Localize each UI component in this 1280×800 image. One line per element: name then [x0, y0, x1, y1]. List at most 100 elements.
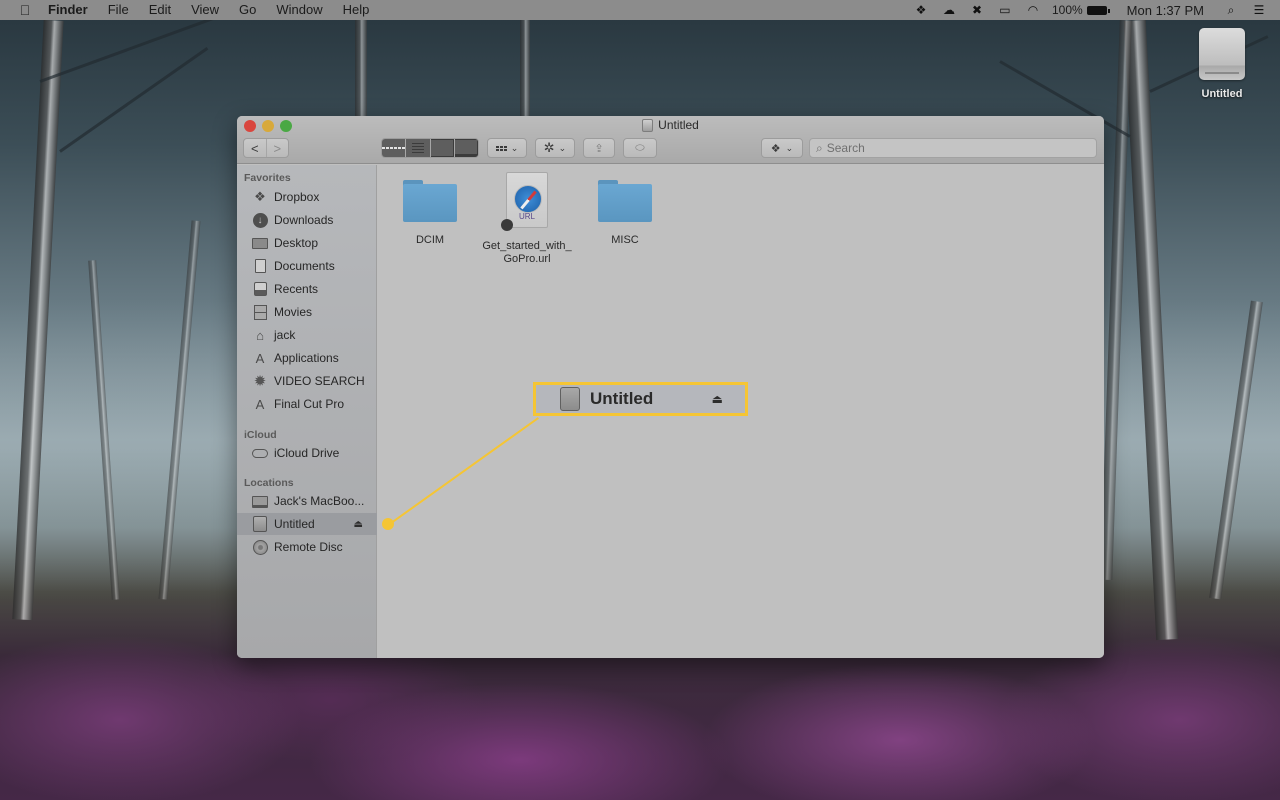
eject-icon: ⏏	[711, 392, 723, 406]
bug-icon[interactable]: ✖	[968, 3, 986, 17]
file-name-line2: GoPro.url	[503, 253, 551, 265]
sidebar-item-label: Movies	[274, 305, 313, 319]
arrange-button[interactable]: ⌄	[487, 138, 527, 158]
drive-icon	[642, 118, 654, 132]
wifi-icon[interactable]: ◠	[1024, 3, 1042, 17]
search-input[interactable]	[826, 141, 1077, 155]
sidebar-item-label: Dropbox	[274, 190, 320, 204]
search-field[interactable]: ⌕	[809, 138, 1097, 158]
sidebar-item-icloud-drive[interactable]: iCloud Drive	[237, 442, 377, 464]
sidebar-item-label: iCloud Drive	[274, 446, 340, 460]
battery-icon[interactable]	[1086, 5, 1110, 15]
file-item-misc[interactable]: MISC	[580, 180, 670, 247]
cloud-upload-icon[interactable]: ☁	[940, 3, 958, 17]
sidebar-item-dropbox[interactable]: ❖ Dropbox	[237, 186, 377, 208]
sidebar-item-video-search[interactable]: ✹ VIDEO SEARCH	[237, 370, 377, 392]
recents-icon	[252, 281, 268, 297]
icon-view-icon	[382, 139, 406, 157]
column-view-button[interactable]	[429, 139, 454, 157]
sidebar-item-remote-disc[interactable]: Remote Disc	[237, 536, 377, 558]
file-item-gopro-url[interactable]: URL Get_started_with_ GoPro.url	[482, 172, 572, 266]
sidebar-heading-locations: Locations	[244, 477, 294, 489]
action-button[interactable]: ✲ ⌄	[535, 138, 575, 158]
file-item-dcim[interactable]: DCIM	[385, 180, 475, 247]
spotlight-search-icon[interactable]: ⌕	[1222, 3, 1240, 17]
sidebar-item-applications[interactable]: A Applications	[237, 347, 377, 369]
disc-icon	[252, 539, 268, 555]
chevron-down-icon: ⌄	[558, 142, 567, 153]
gear-icon: ✹	[253, 373, 267, 390]
gear-icon: ✲	[543, 140, 555, 155]
movies-icon	[252, 304, 268, 320]
navigation-buttons: < >	[243, 138, 289, 158]
airplay-icon[interactable]: ▭	[996, 3, 1014, 17]
menu-go[interactable]: Go	[239, 0, 256, 20]
desktop-drive-label: Untitled	[1201, 88, 1243, 100]
folder-icon	[403, 180, 457, 224]
file-name: MISC	[611, 234, 639, 246]
notification-center-icon[interactable]: ☰	[1250, 3, 1268, 17]
dropbox-icon: ❖	[770, 142, 781, 155]
forward-button[interactable]: >	[265, 139, 289, 157]
menu-bar:  Finder File Edit View Go Window Help ❖…	[0, 0, 1280, 20]
menu-app-finder[interactable]: Finder	[48, 0, 88, 20]
window-title-text: Untitled	[658, 118, 699, 132]
sidebar-item-jack[interactable]: ⌂ jack	[237, 324, 377, 346]
list-view-button[interactable]	[405, 139, 430, 157]
cover-flow-button[interactable]	[453, 139, 478, 157]
window-title: Untitled	[237, 118, 1104, 132]
downloads-icon: ↓	[252, 212, 268, 228]
wallpaper-branch	[59, 47, 209, 153]
sidebar-item-label: Applications	[274, 351, 339, 365]
callout-label: Untitled	[590, 389, 654, 408]
menu-clock[interactable]: Mon 1:37 PM	[1127, 3, 1204, 18]
dropbox-toolbar-button[interactable]: ❖ ⌄	[761, 138, 803, 158]
url-badge: URL	[518, 212, 535, 221]
tag-icon: ⬭	[635, 141, 645, 154]
sidebar-heading-favorites: Favorites	[244, 172, 291, 184]
sidebar-item-downloads[interactable]: ↓ Downloads	[237, 209, 377, 231]
eject-icon[interactable]: ⏏	[354, 519, 363, 530]
dropbox-icon[interactable]: ❖	[912, 3, 930, 17]
icon-view-button[interactable]	[382, 139, 406, 157]
sidebar-item-desktop[interactable]: Desktop	[237, 232, 377, 254]
sidebar-item-untitled[interactable]: Untitled ⏏	[237, 513, 377, 535]
sidebar-item-recents[interactable]: Recents	[237, 278, 377, 300]
sidebar-item-label: Remote Disc	[274, 540, 343, 554]
sidebar-item-movies[interactable]: Movies	[237, 301, 377, 323]
applications-icon: A	[255, 350, 265, 366]
documents-icon	[252, 258, 268, 274]
chevron-down-icon: ⌄	[510, 142, 519, 153]
menu-edit[interactable]: Edit	[149, 0, 171, 20]
apple-icon[interactable]: 	[18, 2, 32, 18]
sidebar-item-label: Documents	[274, 259, 335, 273]
sidebar-item-documents[interactable]: Documents	[237, 255, 377, 277]
menu-bar-status-area: ❖ ☁ ✖ ▭ ◠ 100% Mon 1:37 PM ⌕ ☰	[902, 0, 1280, 20]
window-titlebar[interactable]: Untitled < > ⌄ ✲ ⌄ ⇪ ⬭ ❖ ⌄ ⌕ Search	[237, 116, 1104, 164]
drive-icon	[252, 516, 268, 532]
sidebar-item-label: jack	[274, 328, 296, 342]
column-view-icon	[430, 139, 454, 157]
view-mode-selector	[381, 138, 479, 158]
wallpaper-branch	[39, 11, 229, 83]
sidebar-item-final-cut-pro[interactable]: A Final Cut Pro	[237, 393, 377, 415]
sidebar-item-label: Recents	[274, 282, 319, 296]
laptop-icon	[252, 493, 268, 509]
safari-compass-icon	[514, 185, 542, 213]
search-icon: ⌕	[816, 140, 823, 155]
battery-percent: 100%	[1051, 3, 1083, 17]
sidebar-item-label: Desktop	[274, 236, 319, 250]
sidebar: Favorites ❖ Dropbox ↓ Downloads Desktop …	[237, 165, 377, 658]
menu-view[interactable]: View	[191, 0, 219, 20]
desktop-drive-untitled[interactable]: Untitled	[1192, 28, 1252, 100]
dropbox-icon: ❖	[254, 189, 266, 204]
tag-button[interactable]: ⬭	[623, 138, 657, 158]
menu-window[interactable]: Window	[276, 0, 322, 20]
share-button[interactable]: ⇪	[583, 138, 615, 158]
file-name: Get_started_with_ GoPro.url	[482, 240, 572, 266]
menu-file[interactable]: File	[108, 0, 129, 20]
menu-help[interactable]: Help	[343, 0, 370, 20]
back-button[interactable]: <	[244, 139, 266, 157]
drive-icon	[560, 387, 580, 411]
sidebar-item-macbook[interactable]: Jack's MacBoo...	[237, 490, 377, 512]
